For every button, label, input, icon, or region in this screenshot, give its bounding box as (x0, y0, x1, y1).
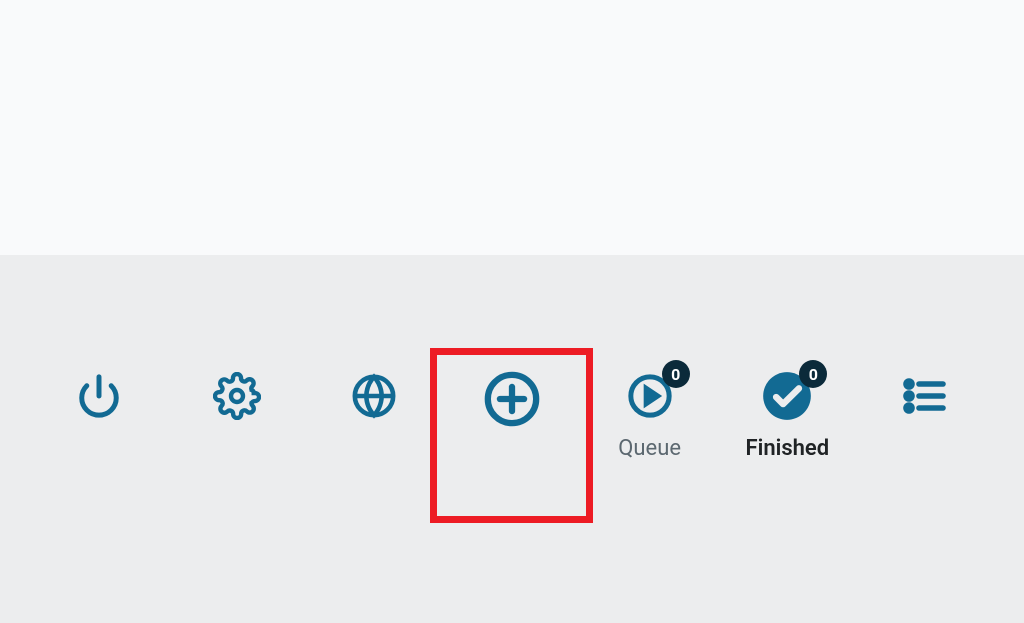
toolbar-section: 0 Queue 0 Finished (0, 255, 1024, 623)
content-area (0, 0, 1024, 255)
list-icon (899, 370, 951, 422)
queue-badge: 0 (662, 360, 690, 388)
bottom-toolbar: 0 Queue 0 Finished (0, 370, 1024, 461)
play-circle-icon: 0 (624, 370, 676, 422)
finished-badge: 0 (799, 360, 827, 388)
finished-label: Finished (746, 436, 830, 461)
globe-icon (348, 370, 400, 422)
check-circle-icon: 0 (761, 370, 813, 422)
power-icon (73, 370, 125, 422)
browser-button[interactable] (319, 370, 429, 422)
settings-button[interactable] (182, 370, 292, 422)
list-button[interactable] (870, 370, 980, 422)
power-button[interactable] (44, 370, 154, 422)
queue-label: Queue (618, 436, 681, 461)
queue-button[interactable]: 0 Queue (595, 370, 705, 461)
gear-icon (211, 370, 263, 422)
add-button[interactable] (457, 370, 567, 428)
finished-button[interactable]: 0 Finished (732, 370, 842, 461)
plus-circle-icon (483, 370, 541, 428)
